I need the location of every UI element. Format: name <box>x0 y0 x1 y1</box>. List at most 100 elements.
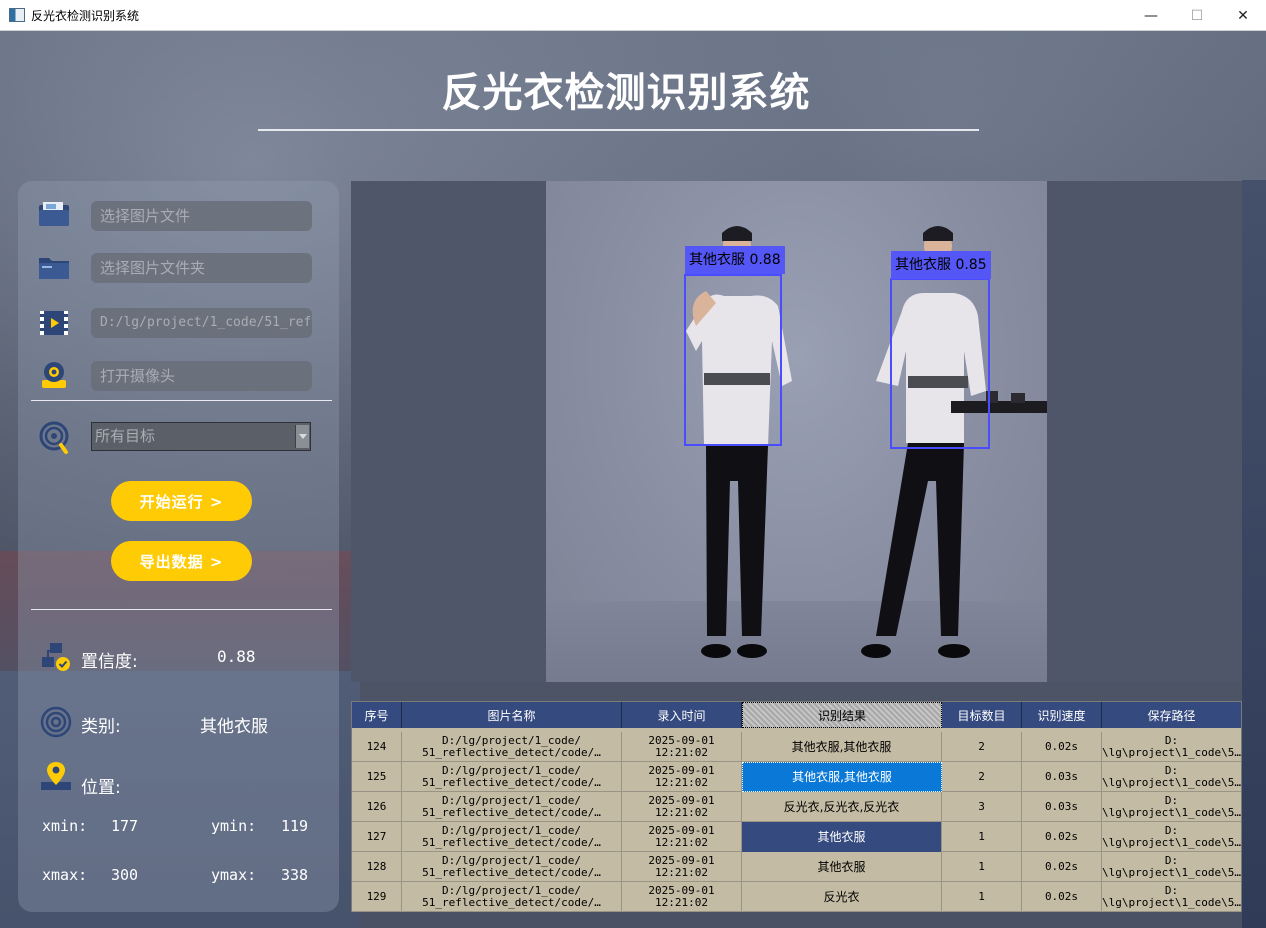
column-header[interactable]: 识别速度 <box>1022 702 1102 728</box>
table-cell[interactable]: 反光衣,反光衣,反光衣 <box>742 792 942 822</box>
maximize-button[interactable]: ☐ <box>1174 0 1220 31</box>
table-cell[interactable]: D: \lg\project\1_code\5… <box>1102 822 1241 852</box>
table-cell[interactable]: 2025-09-01 12:21:02 <box>622 732 742 762</box>
table-cell-text: 2 <box>978 741 985 753</box>
image-folder-input[interactable]: 选择图片文件夹 <box>91 253 312 283</box>
table-cell-line: 51_reflective_detect/code/… <box>422 806 601 819</box>
table-cell[interactable]: 0.02s <box>1022 732 1102 762</box>
table-cell-line: \lg\project\1_code\5… <box>1102 806 1241 819</box>
table-cell[interactable]: 2025-09-01 12:21:02 <box>622 882 742 912</box>
table-cell[interactable]: 2 <box>942 762 1022 792</box>
table-cell-text: 2025-09-01 12:21:02 <box>648 885 714 909</box>
table-row[interactable]: 129 D:/lg/project/1_code/51_reflective_de… <box>352 882 1241 912</box>
target-select[interactable]: 所有目标 <box>91 422 311 451</box>
detection-box-2 <box>890 278 990 449</box>
table-cell-text: D: \lg\project\1_code\5… <box>1102 885 1241 909</box>
table-cell[interactable]: D: \lg\project\1_code\5… <box>1102 762 1241 792</box>
start-button[interactable]: 开始运行 > <box>111 481 252 521</box>
table-cell-text: 2025-09-01 12:21:02 <box>648 855 714 879</box>
table-cell[interactable]: 0.02s <box>1022 882 1102 912</box>
column-header[interactable]: 识别结果 <box>742 702 942 728</box>
table-cell[interactable]: 2025-09-01 12:21:02 <box>622 822 742 852</box>
table-header: 序号 图片名称 录入时间 识别结果 目标数目 识别速度 保存路径 <box>352 702 1241 728</box>
minimize-button[interactable]: — <box>1128 0 1174 31</box>
ymin-value: 119 <box>281 817 309 835</box>
table-cell[interactable]: 其他衣服,其他衣服 <box>742 762 942 792</box>
column-header[interactable]: 目标数目 <box>942 702 1022 728</box>
table-cell[interactable]: D: \lg\project\1_code\5… <box>1102 882 1241 912</box>
video-icon[interactable] <box>38 307 70 339</box>
table-cell-text: 126 <box>367 801 387 813</box>
table-cell[interactable]: 2025-09-01 12:21:02 <box>622 792 742 822</box>
table-cell-line: 2 <box>978 740 985 753</box>
table-row[interactable]: 128 D:/lg/project/1_code/51_reflective_de… <box>352 852 1241 882</box>
table-cell[interactable]: 0.03s <box>1022 792 1102 822</box>
table-cell[interactable]: 2025-09-01 12:21:02 <box>622 852 742 882</box>
table-cell[interactable]: 0.03s <box>1022 762 1102 792</box>
image-file-icon[interactable] <box>38 198 70 230</box>
table-cell[interactable]: 1 <box>942 822 1022 852</box>
folder-icon[interactable] <box>38 251 70 283</box>
table-cell[interactable]: 128 <box>352 852 402 882</box>
table-cell-text: D: \lg\project\1_code\5… <box>1102 855 1241 879</box>
xmin-value: 177 <box>111 817 139 835</box>
table-cell[interactable]: 3 <box>942 792 1022 822</box>
table-cell[interactable]: D: \lg\project\1_code\5… <box>1102 732 1241 762</box>
class-value: 其他衣服 <box>200 717 268 737</box>
table-cell-line: 0.03s <box>1044 800 1079 813</box>
panel-divider <box>31 400 332 401</box>
table-cell[interactable]: 反光衣 <box>742 882 942 912</box>
table-cell[interactable]: D:/lg/project/1_code/51_reflective_detec… <box>402 822 622 852</box>
table-cell-text: 其他衣服,其他衣服 <box>792 771 892 783</box>
table-cell[interactable]: D:/lg/project/1_code/51_reflective_detec… <box>402 792 622 822</box>
table-cell-line: 128 <box>366 860 387 873</box>
table-cell[interactable]: 125 <box>352 762 402 792</box>
table-row[interactable]: 124 D:/lg/project/1_code/51_reflective_de… <box>352 732 1241 762</box>
table-cell[interactable]: 126 <box>352 792 402 822</box>
export-button[interactable]: 导出数据 > <box>111 541 252 581</box>
column-header[interactable]: 保存路径 <box>1102 702 1241 728</box>
table-cell-line: 126 <box>366 800 387 813</box>
close-button[interactable]: ✕ <box>1220 0 1266 31</box>
confidence-label: 置信度: <box>81 652 138 672</box>
camera-input[interactable]: 打开摄像头 <box>91 361 312 391</box>
table-cell-line: 1 <box>978 830 985 843</box>
table-cell[interactable]: D:/lg/project/1_code/51_reflective_detec… <box>402 852 622 882</box>
table-cell[interactable]: 其他衣服 <box>742 822 942 852</box>
table-cell[interactable]: 129 <box>352 882 402 912</box>
table-cell[interactable]: D: \lg\project\1_code\5… <box>1102 852 1241 882</box>
table-cell-line: 51_reflective_detect/code/… <box>422 776 601 789</box>
results-table: 序号 图片名称 录入时间 识别结果 目标数目 识别速度 保存路径 124 D:/l… <box>351 701 1242 912</box>
camera-icon[interactable] <box>38 359 70 391</box>
table-cell[interactable]: 0.02s <box>1022 852 1102 882</box>
column-header[interactable]: 录入时间 <box>622 702 742 728</box>
table-row[interactable]: 126 D:/lg/project/1_code/51_reflective_de… <box>352 792 1241 822</box>
table-cell[interactable]: 0.02s <box>1022 822 1102 852</box>
target-select-value: 所有目标 <box>95 427 156 445</box>
column-header[interactable]: 序号 <box>352 702 402 728</box>
table-cell[interactable]: D:/lg/project/1_code/51_reflective_detec… <box>402 732 622 762</box>
table-cell[interactable]: D:/lg/project/1_code/51_reflective_detec… <box>402 762 622 792</box>
table-cell[interactable]: 127 <box>352 822 402 852</box>
column-header[interactable]: 图片名称 <box>402 702 622 728</box>
chevron-down-icon[interactable] <box>295 425 309 448</box>
image-file-input[interactable]: 选择图片文件 <box>91 201 312 231</box>
table-cell[interactable]: 其他衣服,其他衣服 <box>742 732 942 762</box>
table-cell-line: 124 <box>366 740 387 753</box>
table-cell-text: 1 <box>978 891 985 903</box>
table-cell[interactable]: 2025-09-01 12:21:02 <box>622 762 742 792</box>
table-cell[interactable]: 124 <box>352 732 402 762</box>
table-cell[interactable]: 1 <box>942 852 1022 882</box>
table-cell[interactable]: D: \lg\project\1_code\5… <box>1102 792 1241 822</box>
table-cell[interactable]: D:/lg/project/1_code/51_reflective_detec… <box>402 882 622 912</box>
video-path-input[interactable]: D:/lg/project/1_code/51_ref <box>91 308 312 338</box>
table-cell[interactable]: 其他衣服 <box>742 852 942 882</box>
table-cell-line: 其他衣服 <box>817 860 866 874</box>
table-cell[interactable]: 1 <box>942 882 1022 912</box>
table-cell-line: 51_reflective_detect/code/… <box>422 896 601 909</box>
table-row[interactable]: 125 D:/lg/project/1_code/51_reflective_de… <box>352 762 1241 792</box>
table-row[interactable]: 127 D:/lg/project/1_code/51_reflective_de… <box>352 822 1241 852</box>
table-cell-text: D:/lg/project/1_code/51_reflective_detec… <box>422 885 601 909</box>
table-cell-line: 0.03s <box>1044 770 1079 783</box>
table-cell[interactable]: 2 <box>942 732 1022 762</box>
